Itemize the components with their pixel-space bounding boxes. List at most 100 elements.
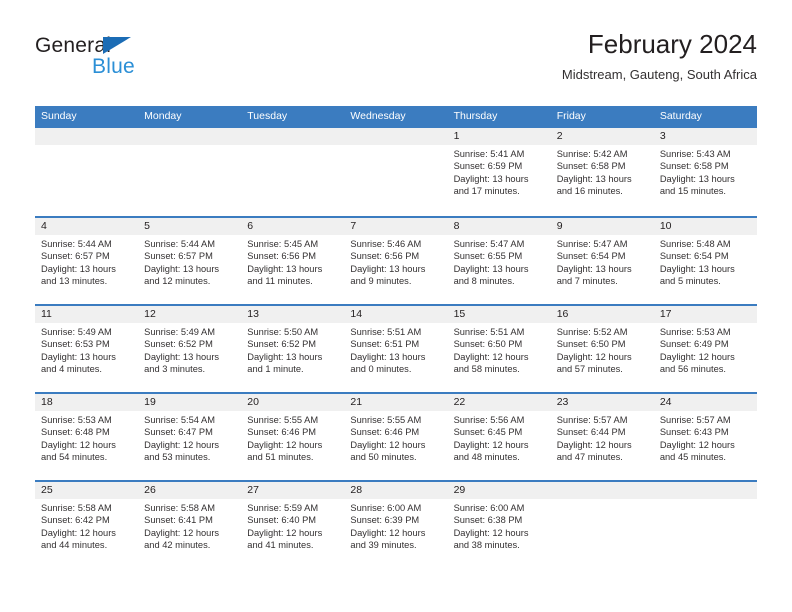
title-block: February 2024 Midstream, Gauteng, South … [562,29,757,82]
day-sun-info: Sunrise: 5:50 AM Sunset: 6:52 PM Daylight:… [241,323,344,376]
calendar-day-cell[interactable]: 26 Sunrise: 5:58 AM Sunset: 6:41 PM Dayligh… [138,481,242,568]
day-number: 20 [241,393,345,411]
logo-text-blue: Blue [92,55,135,78]
calendar-day-cell[interactable]: 4 Sunrise: 5:44 AM Sunset: 6:57 PM Daylight… [35,217,139,304]
sunset-text: Sunset: 6:46 PM [247,427,317,438]
calendar-day-cell[interactable]: 18 Sunrise: 5:53 AM Sunset: 6:48 PM Dayligh… [35,393,139,480]
calendar-day-cell[interactable]: 2 Sunrise: 5:42 AM Sunset: 6:58 PM Daylight… [550,127,654,216]
day-number: 22 [447,393,551,411]
general-blue-logo[interactable]: General Blue [35,34,245,90]
daylight-text: Daylight: 12 hours and 42 minutes. [144,527,220,551]
sunset-text: Sunset: 6:58 PM [556,161,626,172]
logo-triangle-icon [103,37,131,54]
calendar-day-cell[interactable]: 16 Sunrise: 5:52 AM Sunset: 6:50 PM Dayligh… [550,305,654,392]
calendar-day-cell[interactable]: 8 Sunrise: 5:47 AM Sunset: 6:55 PM Daylight… [447,217,551,304]
calendar-day-cell[interactable]: 7 Sunrise: 5:46 AM Sunset: 6:56 PM Daylight… [344,217,448,304]
sunset-text: Sunset: 6:43 PM [659,427,729,438]
daylight-text: Daylight: 12 hours and 58 minutes. [453,351,529,375]
calendar-day-cell[interactable]: 15 Sunrise: 5:51 AM Sunset: 6:50 PM Dayligh… [447,305,551,392]
calendar-day-cell[interactable]: 23 Sunrise: 5:57 AM Sunset: 6:44 PM Dayligh… [550,393,654,480]
daylight-text: Daylight: 12 hours and 48 minutes. [453,439,529,463]
sunset-text: Sunset: 6:52 PM [144,339,213,350]
sunrise-text: Sunrise: 5:53 AM [659,326,731,337]
day-number: 13 [241,305,345,323]
daylight-text: Daylight: 12 hours and 47 minutes. [556,439,632,463]
calendar-day-cell[interactable]: 17 Sunrise: 5:53 AM Sunset: 6:49 PM Dayligh… [653,305,757,392]
sunset-text: Sunset: 6:52 PM [247,339,317,350]
daylight-text: Daylight: 13 hours and 7 minutes. [556,263,632,287]
day-sun-info: Sunrise: 5:58 AM Sunset: 6:42 PM Daylight:… [35,499,138,552]
sunrise-text: Sunrise: 5:47 AM [556,238,628,249]
day-number: 8 [447,217,551,235]
calendar-day-cell[interactable]: 3 Sunrise: 5:43 AM Sunset: 6:58 PM Daylight… [653,127,757,216]
calendar-day-cell[interactable]: 11 Sunrise: 5:49 AM Sunset: 6:53 PM Dayligh… [35,305,139,392]
sunset-text: Sunset: 6:39 PM [350,515,420,526]
calendar-day-cell[interactable]: 13 Sunrise: 5:50 AM Sunset: 6:52 PM Dayligh… [241,305,345,392]
day-sun-info: Sunrise: 6:00 AM Sunset: 6:39 PM Daylight:… [344,499,447,552]
calendar-week-row: 1 Sunrise: 5:41 AM Sunset: 6:59 PM Daylight… [35,127,757,216]
sunrise-text: Sunrise: 5:46 AM [350,238,422,249]
calendar-day-cell[interactable]: 12 Sunrise: 5:49 AM Sunset: 6:52 PM Dayligh… [138,305,242,392]
day-sun-info: Sunrise: 5:47 AM Sunset: 6:54 PM Daylight:… [551,235,654,288]
calendar-day-cell[interactable]: 24 Sunrise: 5:57 AM Sunset: 6:43 PM Dayligh… [653,393,757,480]
day-number [35,127,139,145]
sunrise-text: Sunrise: 5:59 AM [247,502,319,513]
calendar-day-cell[interactable]: 10 Sunrise: 5:48 AM Sunset: 6:54 PM Dayligh… [653,217,757,304]
sunset-text: Sunset: 6:45 PM [453,427,523,438]
sunrise-text: Sunrise: 5:49 AM [144,326,215,337]
day-number: 26 [138,481,242,499]
calendar-day-cell[interactable]: 28 Sunrise: 6:00 AM Sunset: 6:39 PM Dayligh… [344,481,448,568]
calendar-day-cell[interactable]: 19 Sunrise: 5:54 AM Sunset: 6:47 PM Dayligh… [138,393,242,480]
sunset-text: Sunset: 6:38 PM [453,515,523,526]
calendar-day-cell[interactable]: 14 Sunrise: 5:51 AM Sunset: 6:51 PM Dayligh… [344,305,448,392]
calendar-day-cell[interactable]: 21 Sunrise: 5:55 AM Sunset: 6:46 PM Dayligh… [344,393,448,480]
day-sun-info: Sunrise: 5:55 AM Sunset: 6:46 PM Daylight:… [344,411,447,464]
daylight-text: Daylight: 13 hours and 0 minutes. [350,351,426,375]
daylight-text: Daylight: 12 hours and 44 minutes. [41,527,116,551]
calendar-day-cell[interactable]: 29 Sunrise: 6:00 AM Sunset: 6:38 PM Dayligh… [447,481,551,568]
day-number: 7 [344,217,448,235]
day-sun-info: Sunrise: 5:53 AM Sunset: 6:48 PM Daylight:… [35,411,138,464]
daylight-text: Daylight: 13 hours and 3 minutes. [144,351,220,375]
daylight-text: Daylight: 13 hours and 1 minute. [247,351,323,375]
calendar-day-cell[interactable]: 1 Sunrise: 5:41 AM Sunset: 6:59 PM Daylight… [447,127,551,216]
sunrise-text: Sunrise: 5:55 AM [247,414,319,425]
day-of-week-saturday: Saturday [659,110,702,122]
calendar-week-row: 25 Sunrise: 5:58 AM Sunset: 6:42 PM Dayligh… [35,479,757,568]
day-number: 21 [344,393,448,411]
day-sun-info: Sunrise: 5:44 AM Sunset: 6:57 PM Daylight:… [138,235,241,288]
day-number: 29 [447,481,551,499]
day-number: 6 [241,217,345,235]
calendar-day-cell[interactable]: 20 Sunrise: 5:55 AM Sunset: 6:46 PM Dayligh… [241,393,345,480]
calendar-day-cell[interactable]: 9 Sunrise: 5:47 AM Sunset: 6:54 PM Daylight… [550,217,654,304]
calendar-day-cell[interactable]: 22 Sunrise: 5:56 AM Sunset: 6:45 PM Dayligh… [447,393,551,480]
day-sun-info: Sunrise: 5:55 AM Sunset: 6:46 PM Daylight:… [241,411,344,464]
sunrise-text: Sunrise: 5:57 AM [556,414,628,425]
day-of-week-wednesday: Wednesday [350,110,406,122]
day-number: 18 [35,393,139,411]
day-sun-info: Sunrise: 5:44 AM Sunset: 6:57 PM Daylight:… [35,235,138,288]
calendar-day-cell[interactable]: 25 Sunrise: 5:58 AM Sunset: 6:42 PM Dayligh… [35,481,139,568]
day-sun-info: Sunrise: 6:00 AM Sunset: 6:38 PM Daylight:… [448,499,551,552]
sunrise-text: Sunrise: 5:43 AM [659,148,731,159]
sunset-text: Sunset: 6:49 PM [659,339,729,350]
day-number: 23 [550,393,654,411]
calendar-day-cell[interactable]: 5 Sunrise: 5:44 AM Sunset: 6:57 PM Daylight… [138,217,242,304]
daylight-text: Daylight: 12 hours and 38 minutes. [453,527,529,551]
day-sun-info: Sunrise: 5:47 AM Sunset: 6:55 PM Daylight:… [448,235,551,288]
day-sun-info: Sunrise: 5:41 AM Sunset: 6:59 PM Daylight:… [448,145,551,198]
daylight-text: Daylight: 13 hours and 11 minutes. [247,263,323,287]
day-sun-info: Sunrise: 5:57 AM Sunset: 6:43 PM Daylight:… [654,411,757,464]
day-sun-info: Sunrise: 5:57 AM Sunset: 6:44 PM Daylight:… [551,411,654,464]
sunrise-text: Sunrise: 6:00 AM [350,502,422,513]
sunset-text: Sunset: 6:41 PM [144,515,213,526]
sunset-text: Sunset: 6:50 PM [453,339,523,350]
daylight-text: Daylight: 13 hours and 8 minutes. [453,263,529,287]
daylight-text: Daylight: 12 hours and 56 minutes. [659,351,735,375]
page-header: General Blue February 2024 Midstream, Ga… [35,29,757,98]
calendar-day-cell[interactable]: 27 Sunrise: 5:59 AM Sunset: 6:40 PM Dayligh… [241,481,345,568]
calendar-day-cell[interactable]: 6 Sunrise: 5:45 AM Sunset: 6:56 PM Daylight… [241,217,345,304]
sunrise-text: Sunrise: 5:52 AM [556,326,628,337]
day-sun-info: Sunrise: 5:43 AM Sunset: 6:58 PM Daylight:… [654,145,757,198]
calendar-day-cell-empty [344,127,448,216]
